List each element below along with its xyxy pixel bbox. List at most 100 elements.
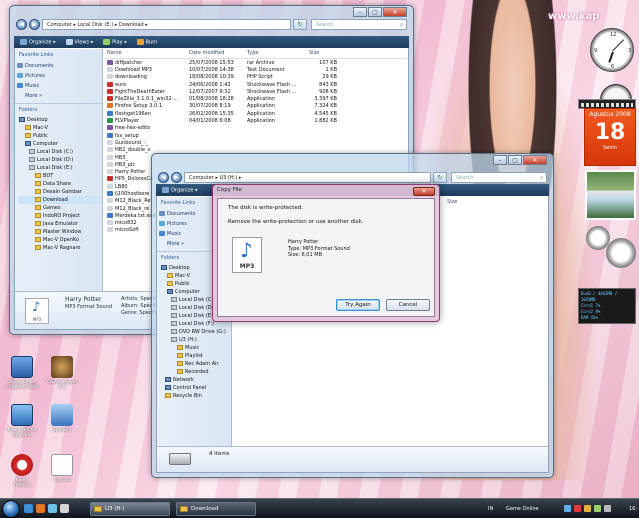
address-bar[interactable]: Computer ▸ U3 (H:) ▸ — [184, 171, 431, 183]
tree-item[interactable]: Desktop — [19, 116, 102, 124]
volume-tray-icon[interactable] — [594, 505, 601, 512]
tree-item[interactable]: Public — [19, 132, 102, 140]
nav-link-pictures[interactable]: Pictures — [15, 71, 102, 81]
tree-item[interactable]: Playlist — [161, 352, 231, 360]
column-date[interactable]: Date modified — [186, 49, 244, 58]
file-row[interactable]: FileZilla_3.1.0.1_win32-... 01/08/2008 18… — [104, 95, 408, 102]
address-bar[interactable]: Computer ▸ Local Disk (E:) ▸ Download ▸ — [42, 18, 291, 30]
desktop-icon[interactable]: Kleen Online Upgrade — [2, 404, 42, 438]
tree-item[interactable]: Local Disk (D:) — [19, 156, 102, 164]
minimize-button[interactable]: – — [353, 7, 367, 17]
antivirus-tray-icon[interactable] — [574, 505, 581, 512]
search-input[interactable]: Search ⌕ — [451, 171, 547, 183]
tree-item[interactable]: Computer — [19, 140, 102, 148]
slideshow-gadget[interactable] — [585, 170, 636, 220]
clock-gadget[interactable]: 12 3 6 9 — [590, 28, 634, 72]
tree-item[interactable]: Desain Gambar — [19, 188, 102, 196]
try-again-button[interactable]: Try Again — [336, 299, 380, 311]
desktop-icon[interactable]: Spiderly — [42, 404, 82, 433]
show-desktop-icon[interactable] — [24, 504, 33, 513]
column-size[interactable]: Size — [447, 199, 457, 205]
tree-item[interactable]: Java Emulator — [19, 220, 102, 228]
folders-heading[interactable]: Folders — [15, 103, 102, 116]
switch-windows-icon[interactable] — [60, 504, 69, 513]
desktop-icon[interactable]: Kleen Lines Fragmnt 2008 — [2, 356, 42, 390]
column-type[interactable]: Type — [244, 49, 306, 58]
tree-item[interactable]: U3 (H:) — [161, 336, 231, 344]
file-row[interactable]: fsx_setup — [104, 132, 408, 139]
file-row[interactable]: diffpatcher 25/07/2008 15:53 rar Archive 10… — [104, 59, 408, 66]
tree-item[interactable]: Local Disk (C:) — [19, 148, 102, 156]
file-name: fsx_setup — [104, 132, 186, 139]
file-row[interactable]: free-hex-edito — [104, 125, 408, 132]
close-button[interactable]: ✕ — [383, 7, 407, 17]
tree-item[interactable]: IndoRO Project — [19, 212, 102, 220]
tree-item[interactable]: Data Share — [19, 180, 102, 188]
back-button[interactable]: ◀ — [16, 18, 27, 30]
ie-icon[interactable] — [48, 504, 57, 513]
tree-item[interactable]: Mac-V OpenKo — [19, 236, 102, 244]
tree-item[interactable]: DVD RW Drive (G:) — [161, 328, 231, 336]
desktop-icon[interactable]: Tea pad — [42, 454, 82, 483]
tree-item[interactable]: Recorded — [161, 368, 231, 376]
organize-button[interactable]: Organize ▾ — [20, 38, 56, 45]
desktop-icon[interactable]: Kleen Firewall — [2, 454, 42, 488]
title-bar[interactable]: – ▢ ✕ — [152, 154, 553, 172]
network-tray-icon[interactable] — [564, 505, 571, 512]
file-row[interactable]: FightTheDeathEater 12/07/2007 9:32 Shockwa… — [104, 88, 408, 95]
tree-item[interactable]: Mac-V Ragnaro — [19, 244, 102, 252]
organize-button[interactable]: Organize ▾ — [162, 186, 198, 193]
maximize-button[interactable]: ▢ — [368, 7, 382, 17]
tree-item[interactable]: Master Window — [19, 228, 102, 236]
file-row[interactable]: euro 24/06/2008 1:42 Shockwave Flash ... 84… — [104, 81, 408, 88]
views-button[interactable]: Views ▾ — [65, 38, 93, 45]
calendar-gadget[interactable]: Agustus 2008 18 Senin — [584, 108, 636, 166]
security-tray-icon[interactable] — [584, 505, 591, 512]
minimize-button[interactable]: – — [493, 155, 507, 165]
taskbar-clock[interactable]: 16: — [629, 499, 637, 518]
tree-item[interactable]: Local Disk (E:) — [19, 164, 102, 172]
column-size[interactable]: Size — [306, 49, 340, 58]
tree-item[interactable]: Rec Adam Air — [161, 360, 231, 368]
maximize-button[interactable]: ▢ — [508, 155, 522, 165]
back-button[interactable]: ◀ — [158, 171, 169, 183]
taskbar-item-download[interactable]: Download — [176, 502, 256, 516]
dialog-close-button[interactable]: ✕ — [413, 187, 435, 196]
nav-link-documents[interactable]: Documents — [15, 61, 102, 71]
close-button[interactable]: ✕ — [523, 155, 547, 165]
copy-file-dialog[interactable]: Copy File ✕ The disk is write-protected.… — [212, 184, 440, 322]
file-row[interactable]: Gunbound_-_ — [104, 139, 408, 146]
language-indicator[interactable]: IN — [488, 499, 493, 518]
file-row[interactable]: flashget196en 26/02/2008 15:35 Application… — [104, 110, 408, 117]
nav-link-music[interactable]: Music — [15, 81, 102, 91]
tree-item[interactable]: Music — [161, 344, 231, 352]
battery-tray-icon[interactable] — [604, 505, 611, 512]
file-row[interactable]: Download MP3 10/07/2008 14:38 Text Documen… — [104, 66, 408, 73]
firefox-icon[interactable] — [36, 504, 45, 513]
nav-link-more[interactable]: More » — [15, 91, 102, 101]
refresh-button[interactable]: ↻ — [293, 18, 307, 30]
tree-item[interactable]: Control Panel — [161, 384, 231, 392]
search-input[interactable]: Search ⌕ — [311, 18, 407, 30]
refresh-button[interactable]: ↻ — [433, 171, 447, 183]
burn-button[interactable]: Burn — [136, 38, 157, 45]
start-button[interactable] — [2, 500, 20, 518]
meter-gadget[interactable] — [586, 226, 636, 278]
file-row[interactable]: downloading 18/08/2008 10:39 PHP Script 29 … — [104, 74, 408, 81]
tree-item[interactable]: BOT — [19, 172, 102, 180]
tree-item[interactable]: Mac-V — [19, 124, 102, 132]
desktop-icon[interactable]: Crosse Player 2.0 — [42, 356, 82, 390]
play-button[interactable]: Play ▾ — [103, 38, 127, 45]
forward-button[interactable]: ▶ — [171, 171, 182, 183]
cancel-button[interactable]: Cancel — [386, 299, 430, 311]
taskbar-item-u3[interactable]: U3 (H:) — [90, 502, 170, 516]
file-row[interactable]: FLVPlayer 04/01/2008 6:08 Application 1.882… — [104, 117, 408, 124]
tree-item[interactable]: Recycle Bin — [161, 392, 231, 400]
forward-button[interactable]: ▶ — [29, 18, 40, 30]
column-name[interactable]: Name — [104, 49, 186, 58]
tree-item[interactable]: Download — [19, 196, 102, 204]
cpu-gadget[interactable]: DuoB / 4403MB / 1028MB Core1 7% Core2 8%… — [578, 288, 636, 324]
tree-item[interactable]: Network — [161, 376, 231, 384]
file-row[interactable]: Firefox Setup 3.0.1 30/07/2008 8:19 Applic… — [104, 103, 408, 110]
tree-item[interactable]: Games — [19, 204, 102, 212]
